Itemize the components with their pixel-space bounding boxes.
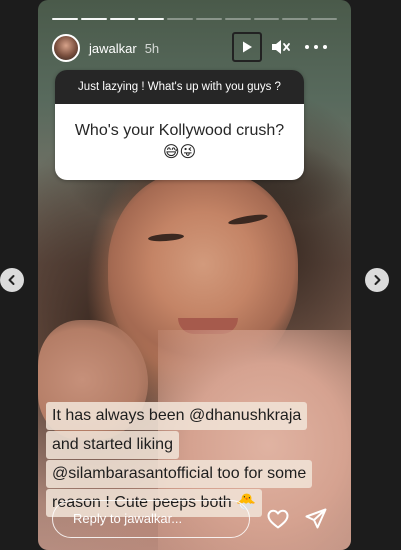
mute-icon bbox=[272, 40, 290, 54]
caption-line: and started liking bbox=[46, 431, 179, 459]
progress-segment bbox=[52, 18, 78, 20]
avatar[interactable] bbox=[52, 34, 80, 62]
progress-segment bbox=[224, 18, 251, 20]
share-button[interactable] bbox=[304, 507, 328, 531]
progress-segment bbox=[282, 18, 309, 20]
progress-segment bbox=[311, 18, 337, 20]
caption-line: It has always been @dhanushkraja bbox=[46, 402, 308, 430]
like-button[interactable] bbox=[266, 507, 290, 531]
progress-segment bbox=[253, 18, 280, 20]
story-header: jawalkar 5h bbox=[52, 32, 342, 64]
more-horizontal-icon bbox=[314, 45, 318, 49]
play-button[interactable] bbox=[232, 32, 262, 62]
heart-icon bbox=[267, 509, 289, 529]
next-story-button[interactable] bbox=[365, 268, 389, 292]
progress-segment bbox=[80, 18, 107, 20]
post-time: 5h bbox=[144, 40, 160, 56]
more-horizontal-icon bbox=[305, 45, 309, 49]
username[interactable]: jawalkar bbox=[89, 41, 137, 56]
story-viewer: jawalkar 5h Just lazying ! What's up wit… bbox=[0, 0, 401, 550]
chevron-left-icon bbox=[8, 275, 15, 285]
chevron-right-icon bbox=[374, 275, 381, 285]
story-progress-bar bbox=[52, 18, 337, 20]
more-horizontal-icon bbox=[323, 45, 327, 49]
progress-segment bbox=[109, 18, 136, 20]
question-sticker[interactable]: Just lazying ! What's up with you guys ?… bbox=[55, 70, 304, 180]
mute-button[interactable] bbox=[269, 36, 291, 58]
progress-segment bbox=[138, 18, 165, 20]
previous-story-button[interactable] bbox=[0, 268, 24, 292]
question-answer: Who's your Kollywood crush? 😅😜 bbox=[55, 104, 304, 180]
question-prompt: Just lazying ! What's up with you guys ? bbox=[55, 70, 304, 104]
caption-line: @silambarasantofficial too for some bbox=[46, 460, 313, 488]
play-icon bbox=[243, 41, 252, 53]
progress-segment bbox=[195, 18, 222, 20]
story-card[interactable]: jawalkar 5h Just lazying ! What's up wit… bbox=[38, 0, 351, 550]
reply-input[interactable]: Reply to jawalkar... bbox=[52, 500, 250, 538]
progress-segment bbox=[167, 18, 193, 20]
send-icon bbox=[305, 508, 327, 529]
more-options-button[interactable] bbox=[305, 38, 327, 56]
